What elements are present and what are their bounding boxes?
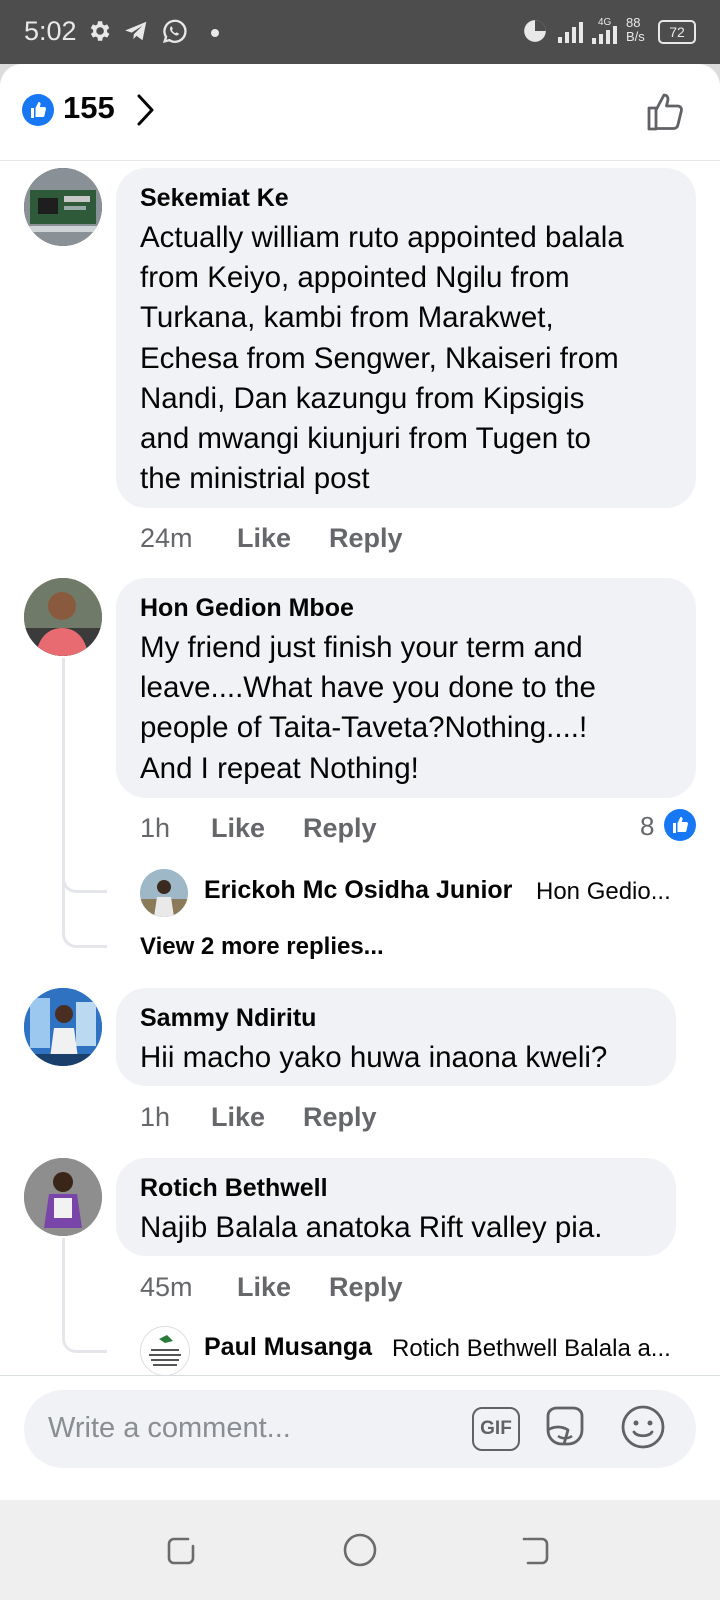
- system-navigation-bar: [0, 1500, 720, 1600]
- reply-button[interactable]: Reply: [303, 1102, 377, 1133]
- signal-4g-icon: 4G: [592, 17, 617, 44]
- gear-icon: [90, 21, 110, 41]
- avatar[interactable]: [24, 988, 102, 1066]
- like-reaction-icon: [664, 809, 696, 841]
- comment-text: My friend just finish your term and leav…: [140, 631, 596, 785]
- like-post-button[interactable]: [644, 90, 688, 134]
- comment-time: 1h: [140, 813, 171, 843]
- sticker-icon[interactable]: [540, 1402, 590, 1452]
- reactions-header: 155: [0, 64, 720, 161]
- comment-author[interactable]: Sekemiat Ke: [140, 184, 289, 213]
- comment-time: 45m: [140, 1272, 193, 1302]
- comment-input-placeholder: Write a comment...: [48, 1412, 291, 1444]
- network-speed-unit: B/s: [626, 29, 645, 44]
- network-speed-value: 88: [626, 15, 641, 30]
- avatar[interactable]: [24, 578, 102, 656]
- chevron-right-icon[interactable]: [135, 92, 157, 128]
- comment-text: Najib Balala anatoka Rift valley pia.: [140, 1211, 603, 1244]
- reply-button[interactable]: Reply: [329, 523, 403, 554]
- comment-bubble: Rotich Bethwell Najib Balala anatoka Rif…: [116, 1158, 676, 1256]
- comment-bubble: Hon Gedion Mboe My friend just finish yo…: [116, 578, 696, 798]
- recent-apps-icon[interactable]: [164, 1534, 198, 1568]
- reply-snippet[interactable]: Hon Gedio...: [536, 878, 686, 906]
- comment-text: Hii macho yako huwa inaona kweli?: [140, 1041, 608, 1074]
- comment-input[interactable]: Write a comment... GIF: [24, 1390, 696, 1468]
- whatsapp-icon: [162, 19, 187, 43]
- reply-author[interactable]: Paul Musanga: [204, 1333, 372, 1362]
- emoji-icon[interactable]: [620, 1404, 666, 1450]
- comment-time: 24m: [140, 523, 193, 553]
- comment-time: 1h: [140, 1102, 171, 1132]
- like-button[interactable]: Like: [211, 1102, 265, 1133]
- comment-author[interactable]: Sammy Ndiritu: [140, 1004, 316, 1033]
- status-time: 5:02: [24, 16, 77, 46]
- avatar[interactable]: [24, 168, 102, 246]
- battery-indicator: 72: [658, 20, 696, 44]
- comments-list: Sekemiat Ke Actually william ruto appoin…: [0, 161, 720, 1473]
- home-icon[interactable]: [342, 1532, 378, 1568]
- reply-avatar[interactable]: [140, 1326, 190, 1376]
- status-bar: 5:02 4G 88 B/s 72: [0, 0, 720, 64]
- comment-author[interactable]: Rotich Bethwell: [140, 1174, 328, 1203]
- reply-snippet[interactable]: Rotich Bethwell Balala a...: [392, 1335, 686, 1363]
- back-icon[interactable]: [518, 1534, 552, 1568]
- reaction-count[interactable]: 155: [63, 90, 115, 126]
- reply-button[interactable]: Reply: [303, 813, 377, 844]
- view-more-replies[interactable]: View 2 more replies...: [140, 933, 384, 961]
- svg-text:4G: 4G: [598, 17, 612, 28]
- comments-sheet: 155 Sekemiat Ke Actually william ruto ap…: [0, 64, 720, 1500]
- network-speed: 88 B/s: [626, 16, 645, 44]
- thread-line: [62, 1238, 107, 1353]
- comment-bubble: Sekemiat Ke Actually william ruto appoin…: [116, 168, 696, 508]
- thread-line: [62, 721, 107, 948]
- comment-bubble: Sammy Ndiritu Hii macho yako huwa inaona…: [116, 988, 676, 1086]
- comment-composer: Write a comment... GIF: [0, 1375, 720, 1500]
- gif-label: GIF: [480, 1418, 512, 1439]
- like-button[interactable]: Like: [237, 1272, 291, 1303]
- reply-button[interactable]: Reply: [329, 1272, 403, 1303]
- like-reaction-icon: [22, 94, 54, 126]
- comment-text: Actually william ruto appointed balala f…: [140, 221, 624, 496]
- reaction-count: 8: [640, 811, 655, 841]
- gif-button[interactable]: GIF: [472, 1407, 520, 1451]
- reply-author[interactable]: Erickoh Mc Osidha Junior: [204, 876, 512, 905]
- comment-author[interactable]: Hon Gedion Mboe: [140, 594, 354, 623]
- data-saver-icon: [524, 20, 546, 42]
- dot-icon: [211, 29, 219, 37]
- avatar[interactable]: [24, 1158, 102, 1236]
- signal-icon: [558, 22, 583, 43]
- reply-avatar[interactable]: [140, 869, 188, 917]
- telegram-icon: [125, 21, 147, 41]
- like-button[interactable]: Like: [237, 523, 291, 554]
- like-button[interactable]: Like: [211, 813, 265, 844]
- battery-level: 72: [669, 24, 685, 40]
